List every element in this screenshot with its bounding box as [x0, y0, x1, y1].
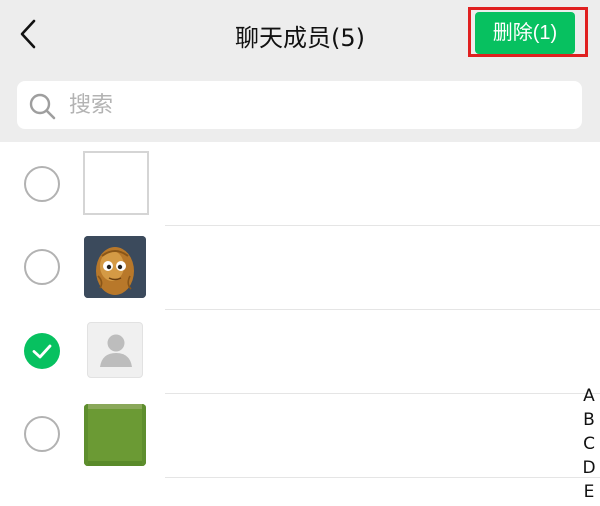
- wallnut-avatar-image: [84, 236, 146, 298]
- select-radio[interactable]: [24, 249, 60, 285]
- checkmark-icon: [32, 344, 52, 359]
- header-bar: 聊天成员(5) 删除(1): [0, 0, 600, 70]
- index-letter-d[interactable]: D: [578, 456, 600, 480]
- person-icon: [100, 334, 132, 367]
- row-divider: [165, 477, 600, 478]
- member-row[interactable]: [0, 142, 600, 226]
- member-row[interactable]: [0, 226, 600, 310]
- index-letter-b[interactable]: B: [578, 408, 600, 432]
- blank-avatar: [83, 151, 149, 215]
- select-radio-checked[interactable]: [24, 333, 60, 369]
- select-radio[interactable]: [24, 416, 60, 452]
- search-input[interactable]: [69, 87, 549, 123]
- member-row[interactable]: [0, 394, 600, 478]
- green-avatar-image: [84, 404, 146, 466]
- back-button[interactable]: [14, 14, 44, 54]
- delete-button[interactable]: 删除(1): [475, 12, 575, 54]
- alphabet-index: A B C D E: [578, 384, 600, 504]
- search-section: [0, 70, 600, 142]
- member-row[interactable]: [0, 310, 600, 394]
- index-letter-e[interactable]: E: [578, 480, 600, 504]
- chevron-left-icon: [20, 19, 36, 49]
- wallnut-avatar: [84, 236, 146, 298]
- default-person-avatar: [87, 322, 143, 378]
- select-radio[interactable]: [24, 166, 60, 202]
- index-letter-a[interactable]: A: [578, 384, 600, 408]
- index-letter-c[interactable]: C: [578, 432, 600, 456]
- search-icon: [29, 93, 56, 120]
- search-box[interactable]: [17, 81, 582, 129]
- green-avatar: [84, 404, 146, 466]
